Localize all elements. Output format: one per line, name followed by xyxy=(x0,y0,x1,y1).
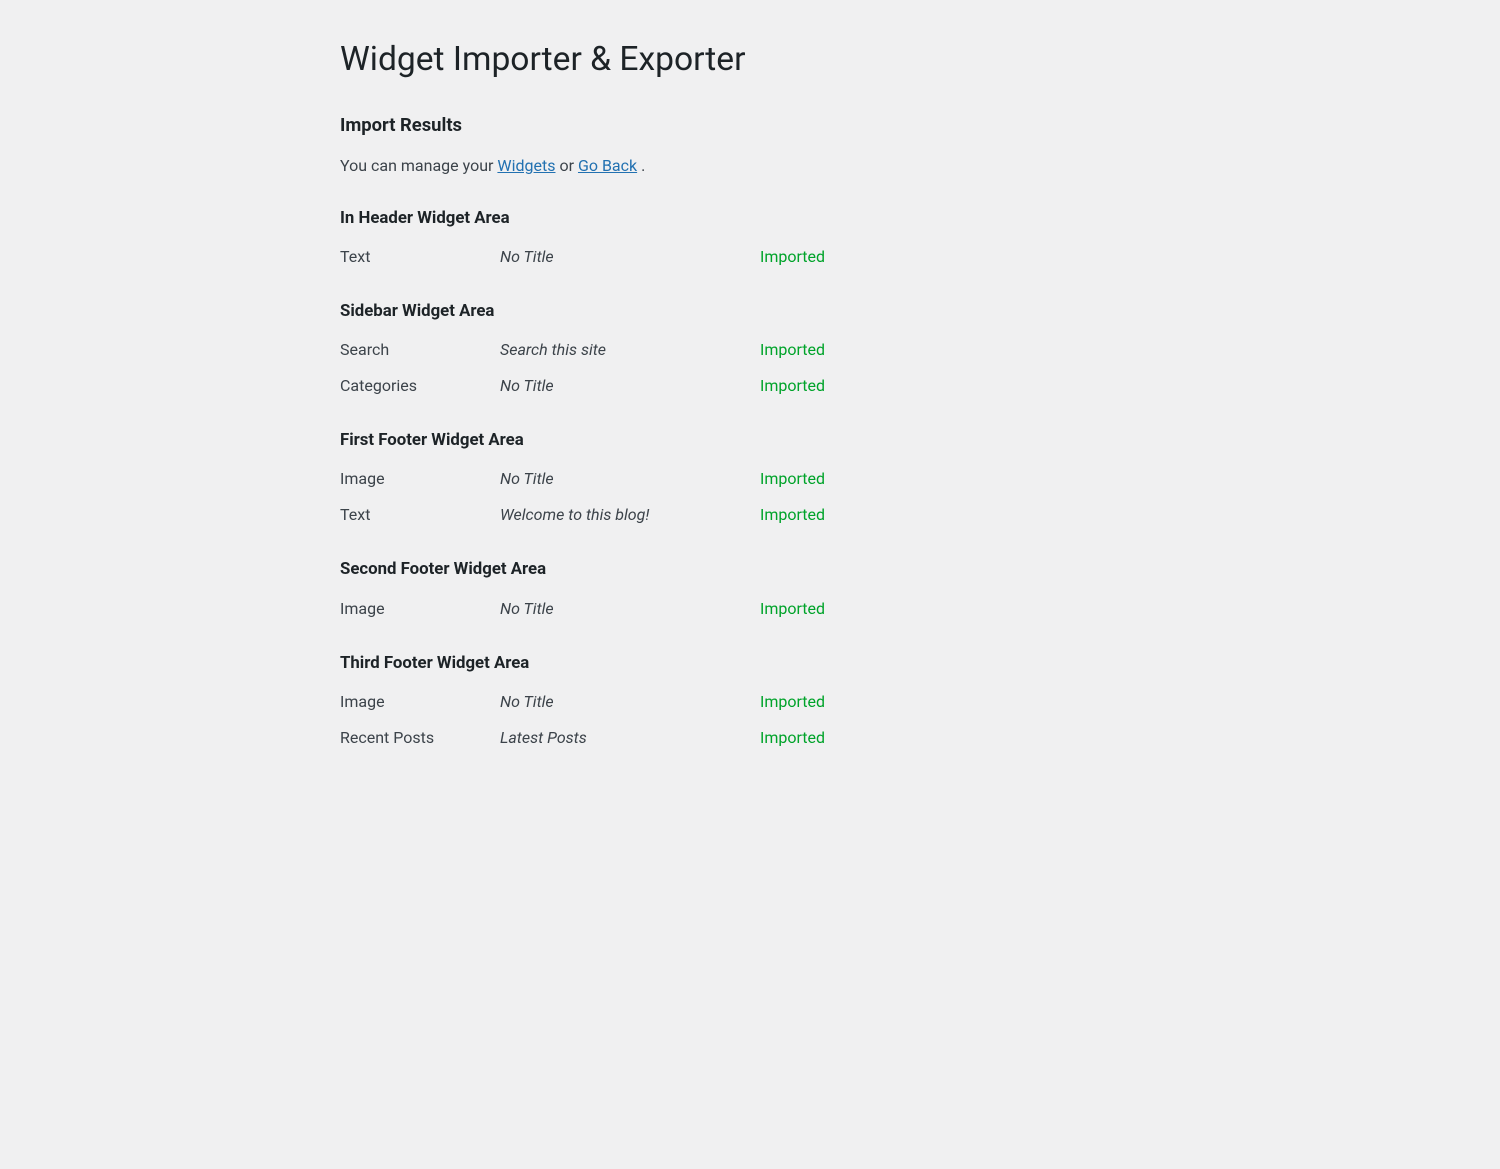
widget-status: Imported xyxy=(760,597,1160,621)
widget-area-title-first-footer: First Footer Widget Area xyxy=(340,428,1160,453)
widget-row: Recent PostsLatest PostsImported xyxy=(340,720,1160,756)
widget-type: Text xyxy=(340,503,500,527)
widget-status: Imported xyxy=(760,245,1160,269)
widget-status: Imported xyxy=(760,690,1160,714)
widget-area-title-sidebar: Sidebar Widget Area xyxy=(340,299,1160,324)
widget-row: SearchSearch this siteImported xyxy=(340,332,1160,368)
widget-name: No Title xyxy=(500,690,760,714)
widget-status: Imported xyxy=(760,726,1160,750)
widget-area-title-second-footer: Second Footer Widget Area xyxy=(340,557,1160,582)
widget-areas-container: In Header Widget AreaTextNo TitleImporte… xyxy=(340,206,1160,756)
widget-name: Latest Posts xyxy=(500,726,760,750)
widget-area-third-footer: Third Footer Widget Area ImageNo TitleImp… xyxy=(340,651,1160,756)
widget-status: Imported xyxy=(760,503,1160,527)
widget-type: Search xyxy=(340,338,500,362)
page-container: Widget Importer & Exporter Import Result… xyxy=(300,0,1200,836)
widget-name: No Title xyxy=(500,245,760,269)
widget-row: CategoriesNo TitleImported xyxy=(340,368,1160,404)
widget-type: Image xyxy=(340,597,500,621)
widget-row: ImageNo TitleImported xyxy=(340,684,1160,720)
widget-name: No Title xyxy=(500,467,760,491)
widget-area-title-in-header: In Header Widget Area xyxy=(340,206,1160,231)
widget-status: Imported xyxy=(760,374,1160,398)
go-back-link[interactable]: Go Back xyxy=(578,156,637,175)
widget-name: Welcome to this blog! xyxy=(500,503,760,527)
widget-status: Imported xyxy=(760,338,1160,362)
widget-row: ImageNo TitleImported xyxy=(340,461,1160,497)
import-results-heading: Import Results xyxy=(340,112,1160,140)
intro-text-middle: or xyxy=(559,156,578,175)
widget-type: Image xyxy=(340,690,500,714)
widget-area-second-footer: Second Footer Widget Area ImageNo TitleIm… xyxy=(340,557,1160,626)
widget-row: TextWelcome to this blog!Imported xyxy=(340,497,1160,533)
widget-area-title-third-footer: Third Footer Widget Area xyxy=(340,651,1160,676)
widget-name: No Title xyxy=(500,374,760,398)
widget-type: Categories xyxy=(340,374,500,398)
widget-status: Imported xyxy=(760,467,1160,491)
widget-area-first-footer: First Footer Widget Area ImageNo TitleImp… xyxy=(340,428,1160,533)
widget-type: Text xyxy=(340,245,500,269)
widget-name: Search this site xyxy=(500,338,760,362)
widget-type: Image xyxy=(340,467,500,491)
intro-text-before: You can manage your xyxy=(340,156,497,175)
page-title: Widget Importer & Exporter xyxy=(340,40,1160,80)
intro-paragraph: You can manage your Widgets or Go Back . xyxy=(340,154,1160,178)
intro-text-after: . xyxy=(641,156,645,175)
widget-name: No Title xyxy=(500,597,760,621)
widget-row: ImageNo TitleImported xyxy=(340,591,1160,627)
widget-area-in-header: In Header Widget Area TextNo TitleImporte… xyxy=(340,206,1160,275)
widget-type: Recent Posts xyxy=(340,726,500,750)
widget-area-sidebar: Sidebar Widget Area SearchSearch this sit… xyxy=(340,299,1160,404)
widget-row: TextNo TitleImported xyxy=(340,239,1160,275)
widgets-link[interactable]: Widgets xyxy=(497,156,555,175)
